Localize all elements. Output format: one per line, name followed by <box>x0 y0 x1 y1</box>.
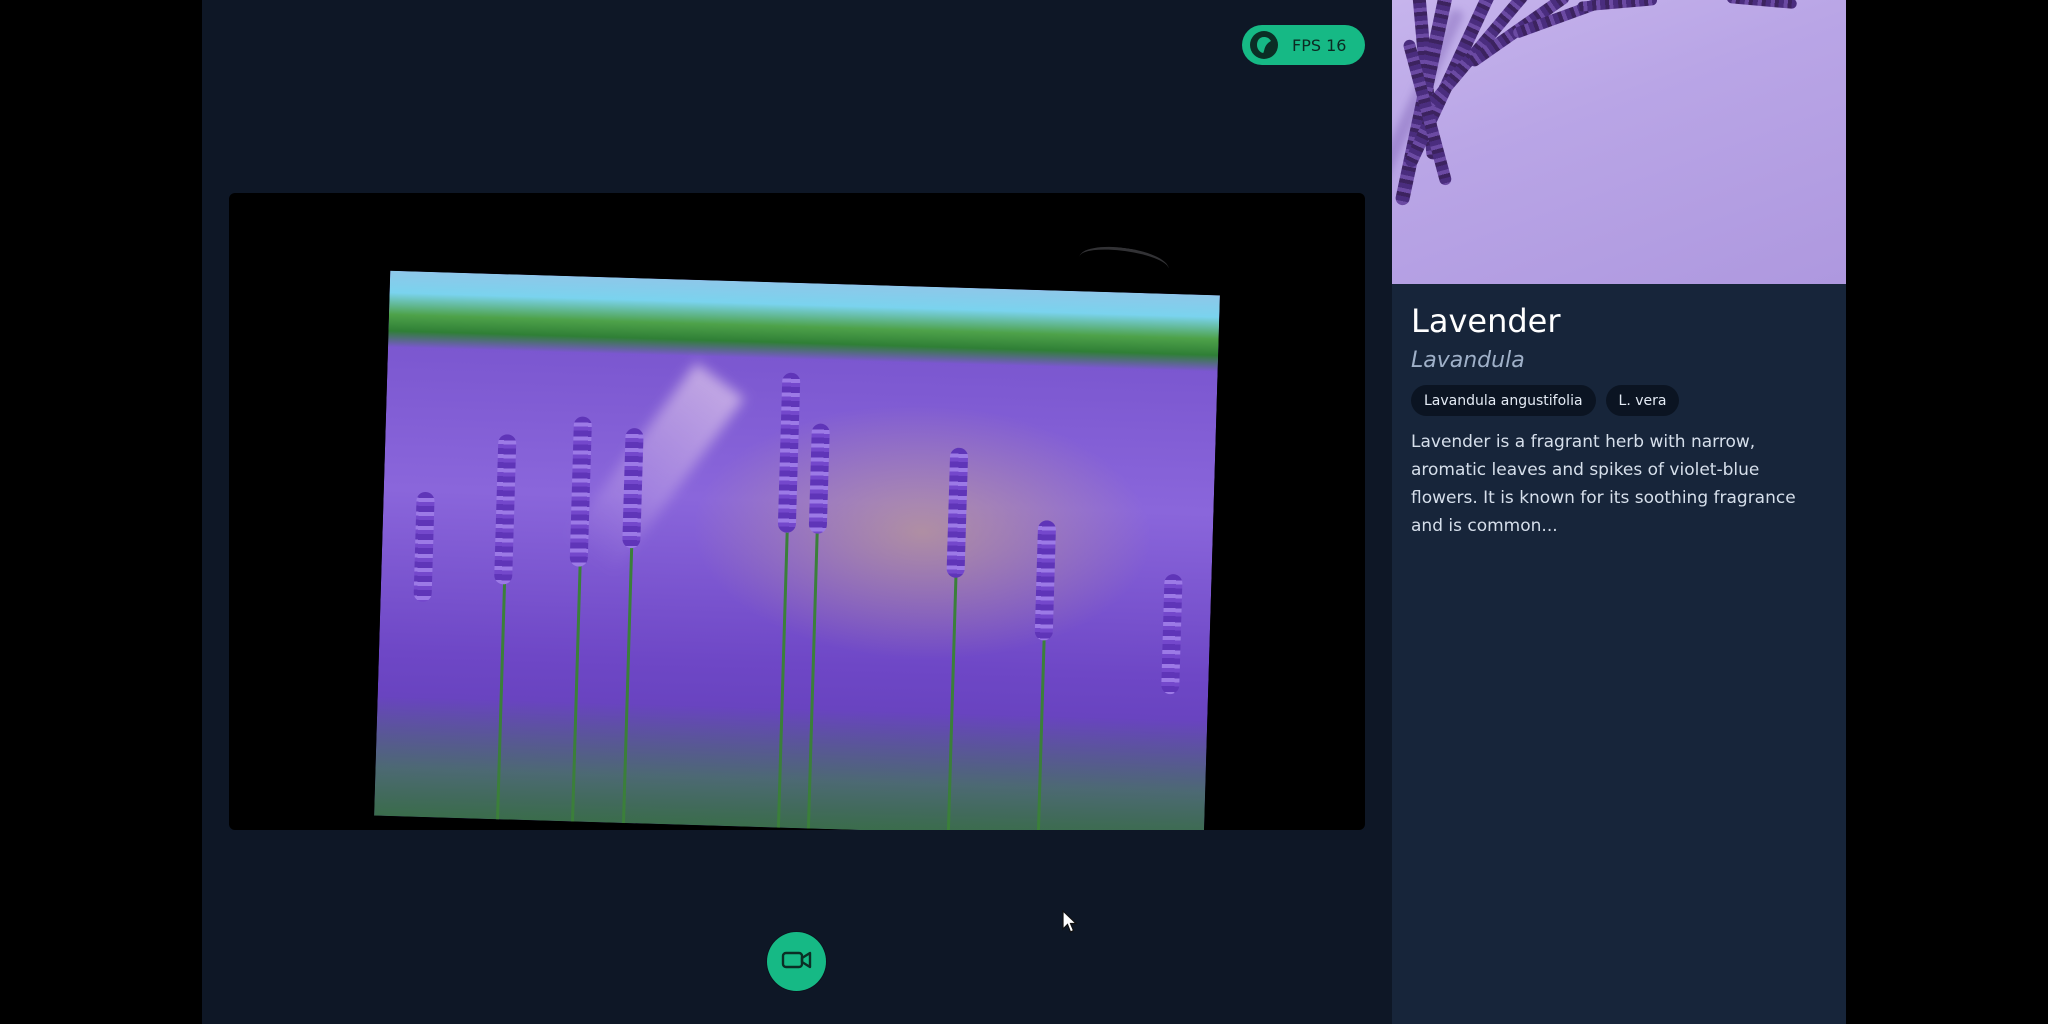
plant-reference-image <box>1392 0 1846 284</box>
record-video-button[interactable] <box>767 932 826 991</box>
synonym-tag: Lavandula angustifolia <box>1411 385 1596 416</box>
fps-badge: FPS 16 <box>1242 25 1365 65</box>
video-camera-icon <box>781 949 813 975</box>
camera-view <box>229 193 1365 830</box>
plant-scientific-name: Lavandula <box>1411 348 1525 373</box>
mouse-cursor-icon <box>1062 909 1078 938</box>
synonym-tag: L. vera <box>1605 385 1680 416</box>
plant-description: Lavender is a fragrant herb with narrow,… <box>1411 432 1796 536</box>
plant-info-panel: Lavender Lavandula Lavandula angustifoli… <box>1392 0 1846 1024</box>
synonym-tags: Lavandula angustifolia L. vera <box>1411 385 1680 416</box>
leaf-logo-icon <box>1250 31 1278 59</box>
camera-feed-photo <box>374 270 1220 830</box>
plant-common-name: Lavender <box>1411 302 1561 340</box>
camera-glare <box>1077 241 1171 285</box>
fps-value: FPS 16 <box>1292 35 1347 55</box>
